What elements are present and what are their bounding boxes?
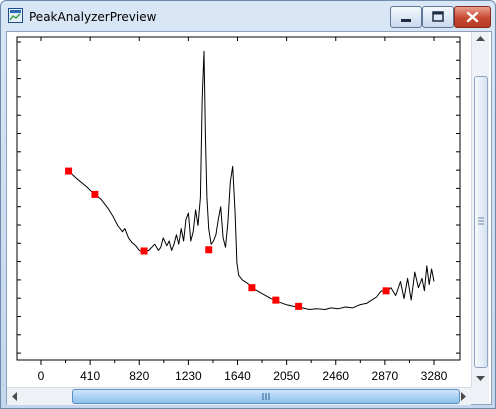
scrollbar-corner [471, 387, 489, 404]
baseline-anchor-point [65, 167, 73, 175]
minimize-button[interactable] [390, 6, 422, 28]
baseline-anchor-point [205, 246, 213, 254]
peak-chart: 0 410 820 1230 1640 2050 2460 2870 3280 [16, 36, 461, 383]
preview-pane: 0 410 820 1230 1640 2050 2460 2870 3280 [6, 31, 492, 405]
x-tick-label: 410 [80, 369, 100, 383]
baseline-anchor-point [248, 284, 256, 292]
maximize-icon [432, 11, 444, 22]
app-icon [8, 8, 23, 23]
x-tick-label: 3280 [421, 369, 448, 383]
baseline-anchor-point [272, 296, 280, 304]
title-bar[interactable]: PeakAnalyzerPreview [1, 1, 495, 31]
close-button[interactable] [454, 6, 491, 28]
x-tick-label: 2870 [372, 369, 399, 383]
scroll-down-icon[interactable] [476, 376, 485, 382]
close-icon [466, 11, 479, 23]
vertical-scrollbar[interactable] [471, 32, 489, 387]
scroll-up-icon[interactable] [476, 36, 485, 42]
horizontal-scroll-thumb[interactable] [72, 389, 460, 404]
vertical-scroll-thumb[interactable] [474, 76, 488, 368]
x-tick-label: 1640 [224, 369, 251, 383]
baseline-anchor-point [382, 287, 390, 295]
baseline-anchor-point [91, 190, 99, 198]
grip-icon [478, 217, 484, 225]
window-title: PeakAnalyzerPreview [29, 10, 157, 24]
baseline-anchor-point [295, 302, 303, 310]
x-tick-label: 0 [38, 369, 45, 383]
maximize-button[interactable] [422, 6, 454, 28]
minimize-icon [401, 19, 411, 22]
x-tick-label: 820 [129, 369, 149, 383]
horizontal-scrollbar[interactable] [7, 387, 471, 405]
plot-frame [16, 36, 461, 361]
peak-analyzer-preview-window: PeakAnalyzerPreview 0 410 820 1230 1640 2050 2… [0, 0, 496, 409]
grip-icon [262, 393, 270, 400]
x-tick-label: 1230 [175, 369, 202, 383]
scroll-left-icon[interactable] [12, 392, 18, 401]
scroll-right-icon[interactable] [461, 392, 467, 401]
x-tick-label: 2050 [273, 369, 300, 383]
baseline-anchor-point [140, 247, 148, 255]
x-tick-label: 2460 [322, 369, 349, 383]
